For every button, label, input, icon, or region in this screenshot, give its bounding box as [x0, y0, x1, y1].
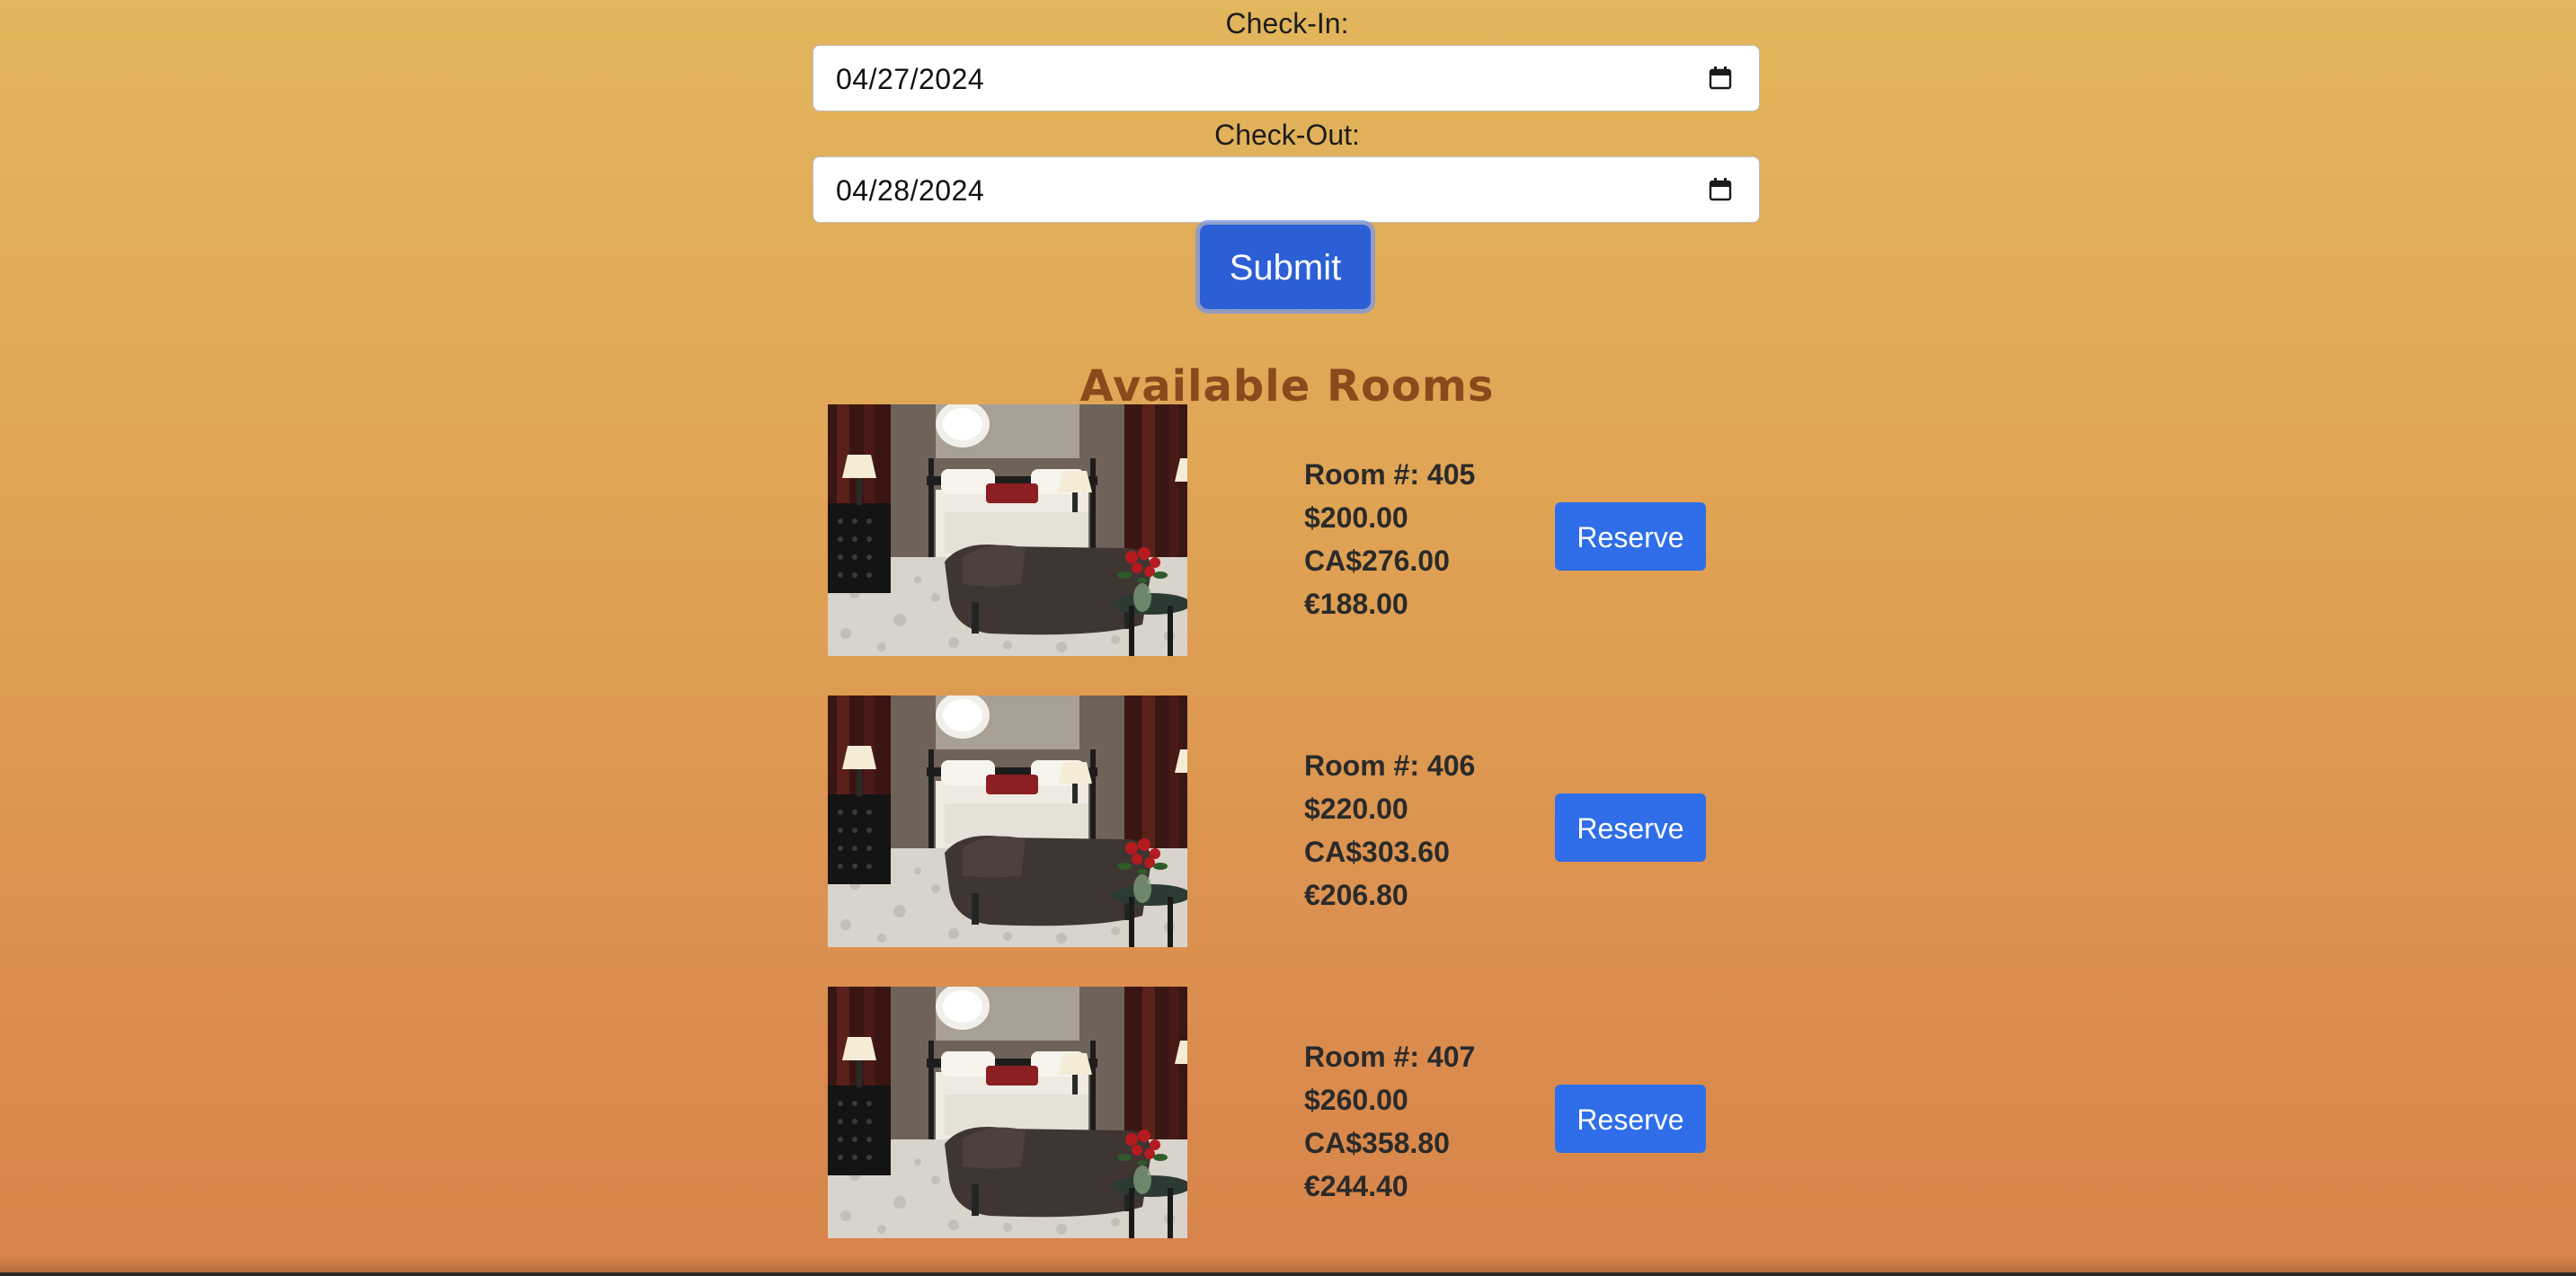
- room-number: Room #: 407: [1304, 1041, 1476, 1073]
- checkout-date-value: 04/28/2024: [836, 174, 985, 207]
- checkin-label: Check-In:: [1225, 7, 1349, 40]
- price-usd: $220.00: [1304, 793, 1408, 825]
- checkin-date-value: 04/27/2024: [836, 63, 985, 95]
- room-photo: [828, 404, 1187, 656]
- price-cad: CA$303.60: [1304, 836, 1450, 868]
- checkout-label: Check-Out:: [1214, 119, 1360, 151]
- price-eur: €206.80: [1304, 879, 1408, 911]
- room-photo: [828, 987, 1187, 1238]
- room-info: Room #: 407 $260.00 CA$358.80 €244.40: [1304, 1035, 1475, 1208]
- room-number: Room #: 405: [1304, 458, 1476, 491]
- submit-button[interactable]: Submit: [1200, 225, 1371, 309]
- room-card: Room #: 407 $260.00 CA$358.80 €244.40 Re…: [828, 987, 1727, 1238]
- price-cad: CA$358.80: [1304, 1127, 1450, 1159]
- price-cad: CA$276.00: [1304, 545, 1450, 577]
- room-info: Room #: 406 $220.00 CA$303.60 €206.80: [1304, 744, 1475, 917]
- price-usd: $200.00: [1304, 501, 1408, 534]
- calendar-icon[interactable]: [1709, 66, 1732, 90]
- room-card: Room #: 405 $200.00 CA$276.00 €188.00 Re…: [828, 404, 1727, 656]
- price-usd: $260.00: [1304, 1084, 1408, 1116]
- calendar-icon[interactable]: [1709, 178, 1732, 201]
- reserve-button[interactable]: Reserve: [1555, 1085, 1706, 1153]
- checkout-date-input[interactable]: 04/28/2024: [813, 156, 1760, 223]
- checkin-date-input[interactable]: 04/27/2024: [813, 45, 1760, 111]
- room-number: Room #: 406: [1304, 749, 1476, 782]
- room-card: Room #: 406 $220.00 CA$303.60 €206.80 Re…: [828, 696, 1727, 947]
- room-photo: [828, 696, 1187, 947]
- reserve-button[interactable]: Reserve: [1555, 502, 1706, 571]
- room-info: Room #: 405 $200.00 CA$276.00 €188.00: [1304, 453, 1475, 625]
- reserve-button[interactable]: Reserve: [1555, 793, 1706, 862]
- bottom-edge: [0, 1272, 2576, 1276]
- price-eur: €188.00: [1304, 588, 1408, 620]
- price-eur: €244.40: [1304, 1170, 1408, 1202]
